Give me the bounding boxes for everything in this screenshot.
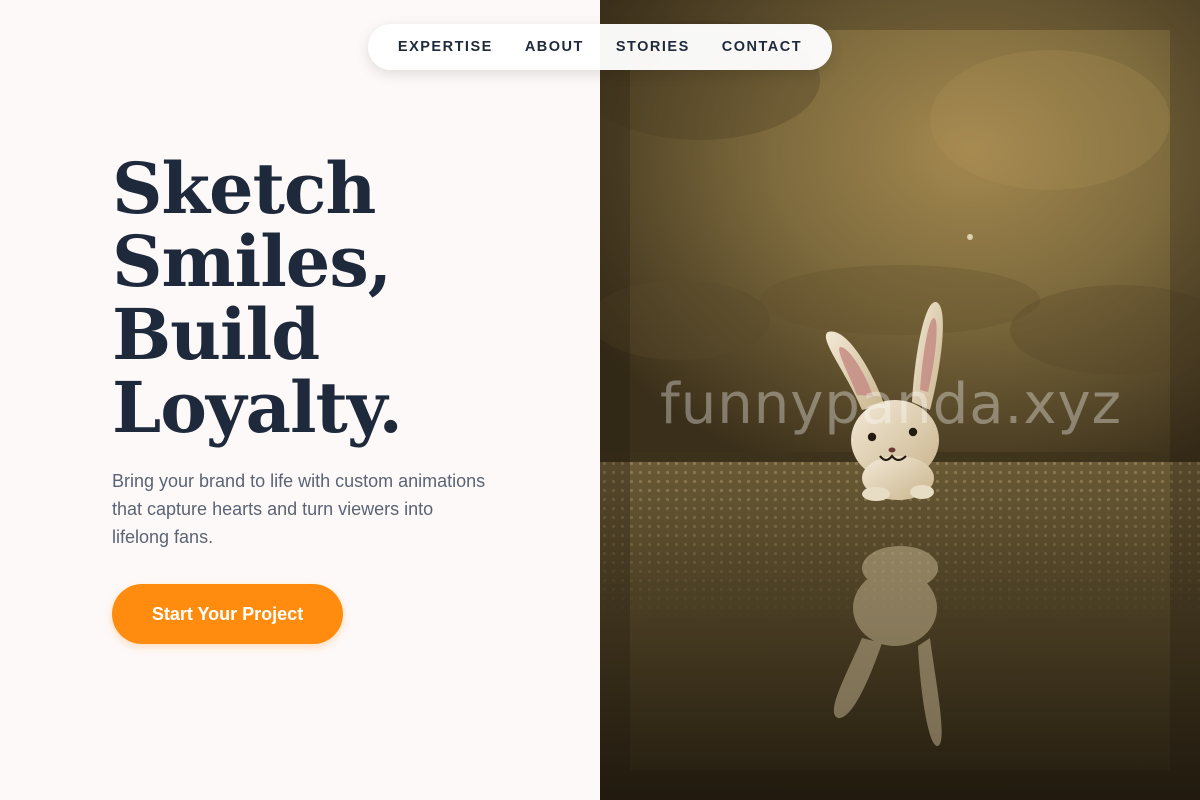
hero-image <box>600 0 1200 800</box>
nav-item-contact[interactable]: CONTACT <box>722 39 802 55</box>
start-project-button[interactable]: Start Your Project <box>112 584 343 644</box>
hero-title-line: Sketch <box>112 147 376 230</box>
hero-title: Sketch Smiles, Build Loyalty. <box>112 152 552 444</box>
nav-item-stories[interactable]: STORIES <box>616 39 690 55</box>
main-nav: EXPERTISE ABOUT STORIES CONTACT <box>368 24 832 70</box>
hero-title-line: Smiles, <box>112 220 392 303</box>
nav-item-about[interactable]: ABOUT <box>525 39 584 55</box>
nav-item-expertise[interactable]: EXPERTISE <box>398 39 493 55</box>
bunny-photo <box>600 0 1200 800</box>
hero-title-line: Build <box>112 293 320 376</box>
hero-title-line: Loyalty. <box>112 366 403 449</box>
hero-subtitle: Bring your brand to life with custom ani… <box>112 471 486 547</box>
